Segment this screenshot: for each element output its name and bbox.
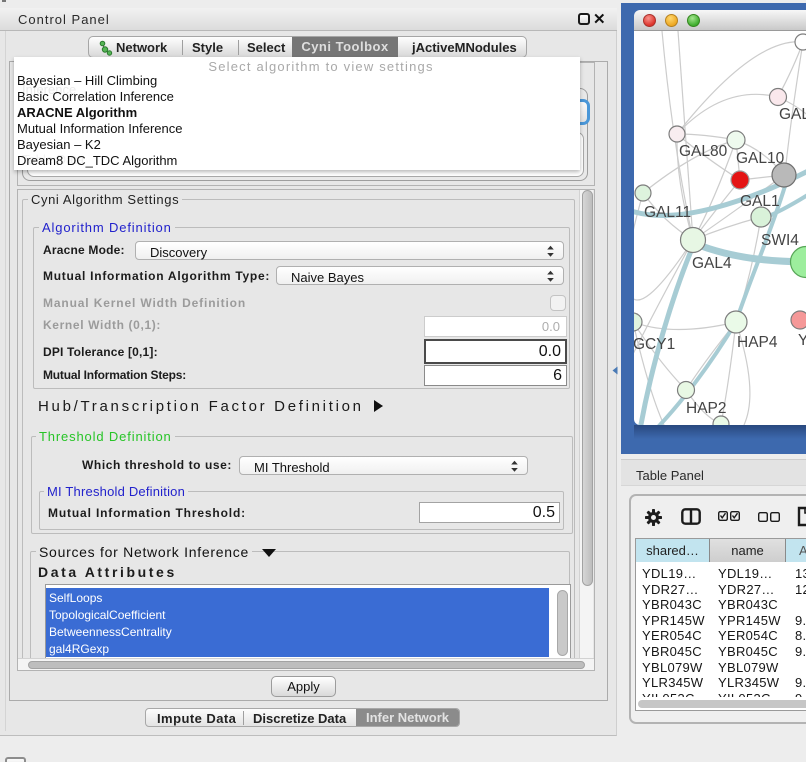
- svg-text:GAL: GAL: [779, 106, 806, 123]
- svg-text:GCY1: GCY1: [634, 336, 675, 353]
- svg-text:HAP4: HAP4: [737, 334, 778, 351]
- svg-text:HAP2: HAP2: [686, 400, 727, 417]
- svg-text:GAL10: GAL10: [736, 150, 785, 167]
- svg-text:GAL80: GAL80: [679, 143, 728, 160]
- svg-text:GAL4: GAL4: [692, 255, 732, 272]
- svg-text:SWI4: SWI4: [761, 232, 799, 249]
- svg-text:GAL1: GAL1: [740, 193, 780, 210]
- svg-text:Y: Y: [798, 332, 806, 349]
- svg-text:GAL11: GAL11: [644, 204, 691, 221]
